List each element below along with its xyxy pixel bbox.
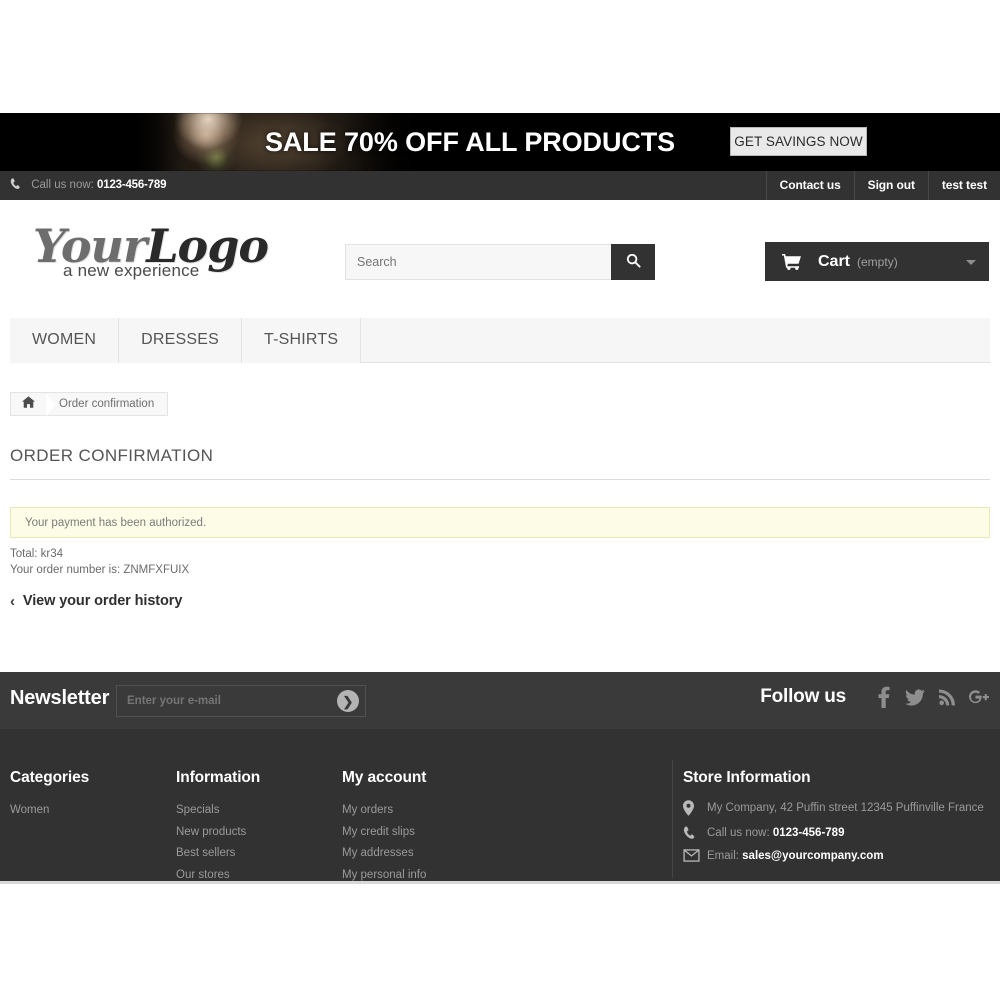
footer-column-information: Information Specials New products Best s… (176, 769, 336, 886)
footer-heading-my-account: My account (342, 769, 427, 786)
cart-status: (empty) (857, 254, 898, 269)
nav-item-women[interactable]: WOMEN (10, 318, 120, 363)
nav-item-tshirts[interactable]: T-SHIRTS (241, 318, 362, 363)
store-phone: Call us now: 0123-456-789 (707, 827, 844, 839)
footer-link-specials[interactable]: Specials (176, 800, 336, 822)
phone-icon (10, 173, 22, 189)
view-order-history-label: View your order history (22, 593, 183, 609)
store-address-row: My Company, 42 Puffin street 12345 Puffi… (683, 800, 993, 816)
footer-column-categories: Categories Women (10, 769, 170, 822)
phone-number: 0123-456-789 (97, 179, 167, 191)
footer-link-women[interactable]: Women (10, 800, 170, 822)
sign-out-link[interactable]: Sign out (853, 171, 928, 200)
footer-heading-information: Information (176, 769, 261, 786)
cart-icon (782, 253, 801, 270)
contact-us-link[interactable]: Contact us (765, 171, 854, 200)
footer-column-my-account: My account My orders My credit slips My … (342, 769, 662, 886)
main-navigation: WOMEN DRESSES T-SHIRTS (10, 318, 990, 363)
breadcrumb-current: Order confirmation (59, 398, 155, 410)
payment-status-text: Your payment has been authorized. (25, 516, 207, 529)
search-input[interactable] (345, 244, 611, 280)
chevron-left-icon: ‹ (10, 592, 15, 610)
page-title: ORDER CONFIRMATION (10, 446, 214, 465)
store-phone-label: Call us now: (707, 826, 770, 839)
envelope-icon (683, 849, 707, 862)
cart-label: Cart (818, 252, 851, 270)
store-phone-number: 0123-456-789 (772, 826, 845, 839)
footer-column-store-information: Store Information My Company, 42 Puffin … (683, 769, 993, 871)
rss-icon[interactable] (936, 686, 958, 708)
cart-button[interactable]: Cart (empty) (765, 242, 989, 281)
follow-us: Follow us (760, 686, 990, 708)
newsletter-submit-button[interactable]: ❯ (337, 690, 359, 712)
footer-link-best-sellers[interactable]: Best sellers (176, 843, 336, 865)
search-box (345, 244, 655, 280)
footer-link-my-addresses[interactable]: My addresses (342, 843, 662, 865)
twitter-icon[interactable] (904, 686, 926, 708)
payment-status-alert: Your payment has been authorized. (10, 507, 990, 538)
get-savings-now-button[interactable]: GET SAVINGS NOW (730, 127, 867, 156)
newsletter-field-wrap: ❯ (116, 685, 366, 717)
store-address: My Company, 42 Puffin street 12345 Puffi… (707, 802, 984, 814)
store-email-address[interactable]: sales@yourcompany.com (742, 850, 883, 862)
follow-us-label: Follow us (760, 686, 846, 707)
phone-label: Call us now: (31, 179, 94, 191)
storefront-page: SALE 70% OFF ALL PRODUCTS GET SAVINGS NO… (0, 0, 1000, 1000)
footer-link-my-personal-info[interactable]: My personal info (342, 865, 662, 887)
store-phone-row: Call us now: 0123-456-789 (683, 825, 993, 840)
location-pin-icon (683, 800, 707, 816)
store-email: Email: sales@yourcompany.com (707, 850, 884, 862)
order-total: Total: kr34 (10, 548, 64, 560)
nav-item-dresses[interactable]: DRESSES (119, 318, 242, 363)
newsletter-title: Newsletter (10, 687, 110, 709)
footer-vertical-divider (672, 760, 673, 878)
promo-headline: SALE 70% OFF ALL PRODUCTS (265, 127, 676, 157)
top-bar-links: Contact us Sign out test test (765, 171, 1000, 200)
breadcrumb: Order confirmation (10, 392, 169, 417)
footer-link-my-orders[interactable]: My orders (342, 800, 662, 822)
phone-icon (683, 825, 707, 840)
footer-link-our-stores[interactable]: Our stores (176, 865, 336, 887)
google-plus-icon[interactable] (968, 686, 990, 708)
footer-link-my-credit-slips[interactable]: My credit slips (342, 822, 662, 844)
store-email-label: Email: (707, 849, 739, 862)
search-icon (626, 253, 641, 271)
site-logo[interactable]: YourLogo a new experience (33, 221, 273, 291)
search-button[interactable] (611, 244, 655, 280)
view-order-history-link[interactable]: ‹ View your order history (10, 593, 182, 609)
site-footer: Categories Women Information Specials Ne… (0, 729, 1000, 884)
account-name-link[interactable]: test test (927, 171, 1000, 200)
breadcrumb-separator-icon (46, 393, 55, 417)
footer-link-new-products[interactable]: New products (176, 822, 336, 844)
top-bar: Call us now: 0123-456-789 Contact us Sig… (0, 171, 1000, 200)
store-email-row: Email: sales@yourcompany.com (683, 849, 993, 862)
chevron-down-icon (966, 259, 976, 265)
footer-heading-store-information: Store Information (683, 769, 811, 786)
newsletter-email-input[interactable] (117, 686, 333, 716)
title-divider (10, 479, 990, 480)
order-number: Your order number is: ZNMFXFUIX (10, 564, 190, 576)
home-icon (22, 395, 35, 413)
footer-heading-categories: Categories (10, 769, 90, 786)
breadcrumb-home-link[interactable] (11, 393, 47, 415)
top-bar-phone: Call us now: 0123-456-789 (10, 171, 166, 200)
facebook-icon[interactable] (872, 686, 894, 708)
